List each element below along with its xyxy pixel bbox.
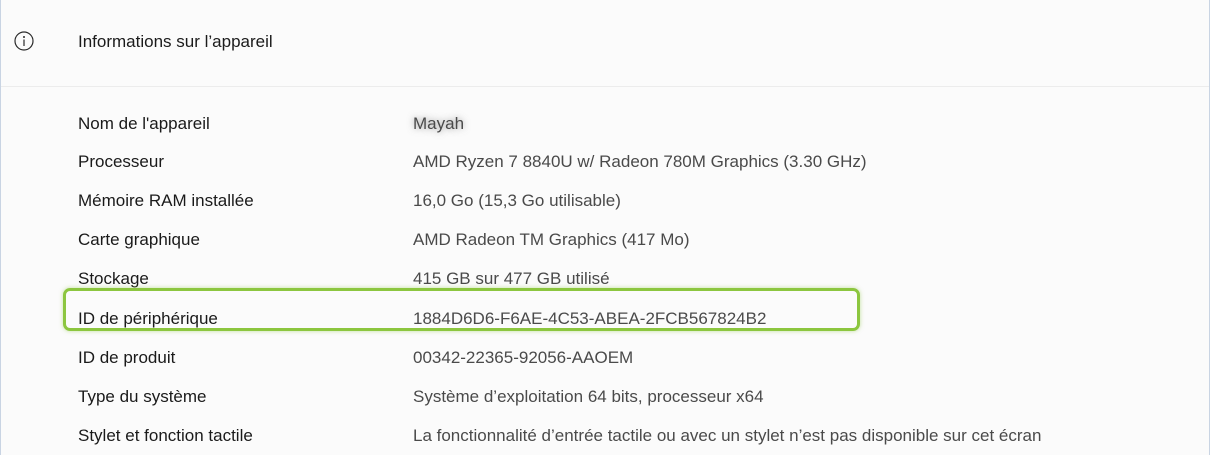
spec-value[interactable]: Système d’exploitation 64 bits, processe…: [413, 387, 764, 407]
spec-row-graphics: Carte graphique AMD Radeon TM Graphics (…: [1, 224, 1209, 254]
spec-label: Nom de l'appareil: [78, 114, 210, 133]
spec-value-blurred: Mayah: [413, 114, 465, 133]
spec-row-processor: Processeur AMD Ryzen 7 8840U w/ Radeon 7…: [1, 146, 1209, 176]
spec-value[interactable]: AMD Radeon TM Graphics (417 Mo): [413, 230, 690, 250]
spec-value[interactable]: 16,0 Go (15,3 Go utilisable): [413, 191, 621, 211]
spec-value[interactable]: 415 GB sur 477 GB utilisé: [413, 269, 610, 289]
spec-value[interactable]: AMD Ryzen 7 8840U w/ Radeon 780M Graphic…: [413, 152, 867, 172]
spec-label: Mémoire RAM installée: [78, 191, 254, 210]
spec-row-ram: Mémoire RAM installée 16,0 Go (15,3 Go u…: [1, 185, 1209, 215]
spec-row-pen-touch: Stylet et fonction tactile La fonctionna…: [1, 420, 1209, 450]
spec-row-system-type: Type du système Système d’exploitation 6…: [1, 381, 1209, 411]
spec-label: ID de produit: [78, 348, 176, 367]
info-icon: [14, 31, 34, 51]
device-specs-list: Nom de l'appareil Mayah Processeur AMD R…: [1, 87, 1209, 455]
spec-row-storage: Stockage 415 GB sur 477 GB utilisé: [1, 263, 1209, 293]
spec-value[interactable]: 00342-22365-92056-AAOEM: [413, 348, 633, 368]
spec-row-product-id: ID de produit 00342-22365-92056-AAOEM: [1, 342, 1209, 372]
device-info-header[interactable]: Informations sur l’appareil: [1, 0, 1209, 87]
spec-label: Carte graphique: [78, 230, 200, 249]
spec-label: ID de périphérique: [78, 309, 218, 328]
spec-value[interactable]: La fonctionnalité d’entrée tactile ou av…: [413, 426, 1041, 446]
spec-row-device-name: Nom de l'appareil Mayah: [1, 108, 1209, 138]
device-info-panel: Informations sur l’appareil Nom de l'app…: [0, 0, 1210, 455]
spec-label: Stylet et fonction tactile: [78, 426, 253, 445]
spec-value[interactable]: 1884D6D6-F6AE-4C53-ABEA-2FCB567824B2: [413, 309, 766, 329]
spec-label: Processeur: [78, 152, 164, 171]
spec-row-device-id: ID de périphérique 1884D6D6-F6AE-4C53-AB…: [1, 303, 1209, 333]
section-title: Informations sur l’appareil: [78, 32, 273, 51]
spec-label: Stockage: [78, 269, 149, 288]
spec-label: Type du système: [78, 387, 207, 406]
